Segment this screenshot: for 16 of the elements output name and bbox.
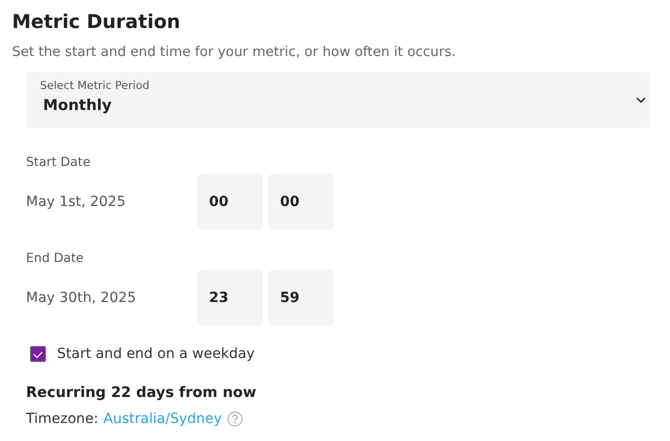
date-label: End Date [26, 250, 85, 266]
section-description: Set the start and end time for your metric, or how often it occurs. [12, 43, 457, 62]
metric-period-select[interactable]: Select Metric Period Monthly [26, 72, 650, 128]
section-title: Metric Duration [12, 10, 182, 34]
timezone-label: Timezone: [26, 411, 98, 427]
checkbox-label: Start and end on a weekday [57, 346, 255, 362]
recurrence-text: Recurring 22 days from now [26, 385, 258, 401]
weekday-checkbox[interactable] [30, 346, 46, 362]
date-field[interactable]: May 30th, 2025 [26, 290, 197, 306]
chevron-down-icon [636, 97, 646, 103]
minute-field[interactable]: 00 [268, 174, 334, 230]
date-field[interactable]: May 1st, 2025 [26, 194, 197, 210]
minute-field[interactable]: 59 [268, 270, 334, 326]
hour-field[interactable]: 23 [197, 270, 263, 326]
date-label: Start Date [26, 154, 92, 170]
hour-field[interactable]: 00 [197, 174, 263, 230]
